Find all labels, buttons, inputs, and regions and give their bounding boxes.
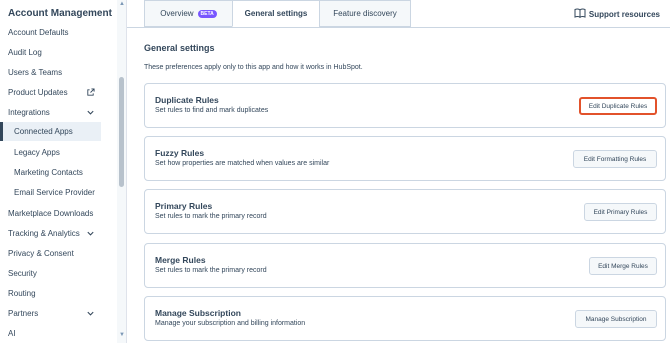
- sidebar-item-label: Product Updates: [8, 88, 68, 97]
- sidebar-item-product-updates[interactable]: Product Updates: [0, 83, 101, 102]
- tab-overview[interactable]: Overview BETA: [144, 0, 233, 27]
- card-manage-subscription: Manage Subscription Manage your subscrip…: [144, 296, 666, 341]
- card-description: Manage your subscription and billing inf…: [155, 320, 306, 327]
- tabs-divider: [127, 27, 670, 28]
- sidebar-item-users-teams[interactable]: Users & Teams: [0, 63, 101, 82]
- beta-badge: BETA: [197, 9, 217, 18]
- chevron-down-icon: [86, 309, 96, 319]
- card-duplicate-rules: Duplicate Rules Set rules to find and ma…: [144, 83, 666, 128]
- sidebar-item-label: Account Defaults: [8, 28, 69, 37]
- sidebar-item-label: Connected Apps: [14, 127, 73, 136]
- card-description: Set rules to mark the primary record: [155, 213, 267, 220]
- edit-formatting-rules-button[interactable]: Edit Formatting Rules: [573, 150, 657, 168]
- tab-feature-discovery[interactable]: Feature discovery: [319, 0, 411, 27]
- card-title: Primary Rules: [155, 201, 213, 211]
- sidebar-item-ai[interactable]: AI: [0, 324, 101, 343]
- sidebar: Account Management Account Defaults Audi…: [0, 0, 127, 343]
- card-description: Set rules to mark the primary record: [155, 267, 267, 274]
- sidebar-item-label: Email Service Provider: [14, 188, 95, 197]
- sidebar-item-connected-apps[interactable]: Connected Apps: [0, 122, 101, 141]
- sidebar-item-partners[interactable]: Partners: [0, 304, 101, 323]
- manage-subscription-button[interactable]: Manage Subscription: [575, 310, 657, 328]
- sidebar-item-label: Tracking & Analytics: [8, 229, 80, 238]
- tab-general-settings[interactable]: General settings: [232, 0, 320, 27]
- card-title: Manage Subscription: [155, 308, 241, 318]
- page-description: These preferences apply only to this app…: [144, 64, 363, 71]
- tab-label: General settings: [244, 9, 308, 18]
- sidebar-item-marketplace-downloads[interactable]: Marketplace Downloads: [0, 204, 101, 223]
- card-title: Fuzzy Rules: [155, 148, 205, 158]
- tab-label: Feature discovery: [333, 9, 397, 18]
- page-title: General settings: [144, 43, 215, 53]
- edit-primary-rules-button[interactable]: Edit Primary Rules: [584, 203, 657, 221]
- tab-bar: Overview BETA General settings Feature d…: [144, 0, 411, 27]
- edit-merge-rules-button[interactable]: Edit Merge Rules: [589, 257, 657, 275]
- tab-label: Overview: [160, 9, 194, 18]
- sidebar-item-label: Marketing Contacts: [14, 168, 83, 177]
- card-fuzzy-rules: Fuzzy Rules Set how properties are match…: [144, 136, 666, 181]
- scrollbar-thumb[interactable]: [119, 77, 124, 187]
- card-title: Duplicate Rules: [155, 95, 219, 105]
- edit-duplicate-rules-button[interactable]: Edit Duplicate Rules: [579, 97, 657, 115]
- sidebar-item-tracking-analytics[interactable]: Tracking & Analytics: [0, 224, 101, 243]
- sidebar-item-integrations[interactable]: Integrations: [0, 103, 101, 122]
- card-primary-rules: Primary Rules Set rules to mark the prim…: [144, 189, 666, 234]
- card-description: Set how properties are matched when valu…: [155, 160, 330, 167]
- sidebar-item-email-service-provider[interactable]: Email Service Provider: [0, 183, 101, 202]
- book-icon: [574, 8, 586, 20]
- card-description: Set rules to find and mark duplicates: [155, 107, 269, 114]
- sidebar-item-label: Privacy & Consent: [8, 249, 74, 258]
- support-resources-link[interactable]: Support resources: [574, 8, 660, 20]
- sidebar-item-label: Partners: [8, 309, 39, 318]
- sidebar-item-label: Integrations: [8, 108, 50, 117]
- sidebar-item-routing[interactable]: Routing: [0, 284, 101, 303]
- sidebar-item-label: Marketplace Downloads: [8, 209, 94, 218]
- sidebar-item-privacy-consent[interactable]: Privacy & Consent: [0, 244, 101, 263]
- sidebar-item-marketing-contacts[interactable]: Marketing Contacts: [0, 163, 101, 182]
- sidebar-item-label: AI: [8, 329, 16, 338]
- sidebar-item-label: Routing: [8, 289, 36, 298]
- sidebar-item-label: Security: [8, 269, 37, 278]
- scroll-down-arrow-icon[interactable]: ▼: [119, 332, 125, 338]
- sidebar-item-label: Users & Teams: [8, 68, 63, 77]
- support-resources-label: Support resources: [588, 9, 660, 19]
- external-link-icon: [86, 88, 96, 98]
- card-merge-rules: Merge Rules Set rules to mark the primar…: [144, 243, 666, 288]
- chevron-down-icon: [86, 229, 96, 239]
- card-title: Merge Rules: [155, 255, 206, 265]
- chevron-down-icon: [86, 108, 96, 118]
- sidebar-item-security[interactable]: Security: [0, 264, 101, 283]
- scroll-up-arrow-icon[interactable]: ▲: [119, 1, 125, 7]
- sidebar-item-account-defaults[interactable]: Account Defaults: [0, 23, 101, 42]
- sidebar-item-label: Legacy Apps: [14, 148, 60, 157]
- sidebar-item-legacy-apps[interactable]: Legacy Apps: [0, 143, 101, 162]
- sidebar-item-audit-log[interactable]: Audit Log: [0, 43, 101, 62]
- sidebar-item-label: Audit Log: [8, 48, 42, 57]
- sidebar-title: Account Management: [8, 8, 112, 19]
